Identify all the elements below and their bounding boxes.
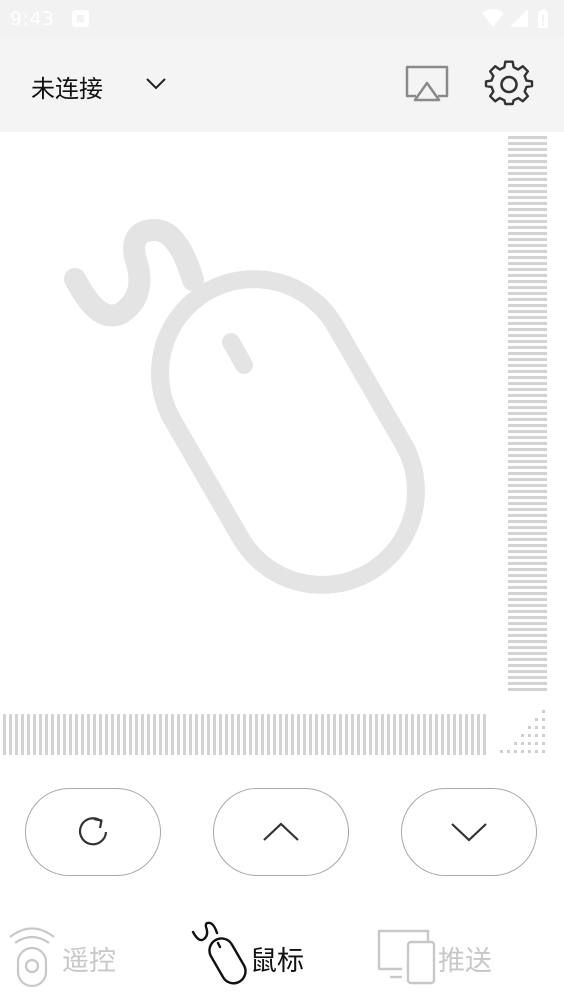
nav-item-remote[interactable]: 遥控 [0, 915, 180, 995]
refresh-button[interactable] [25, 788, 161, 876]
settings-button[interactable] [484, 60, 534, 110]
top-bar: 未连接 [0, 38, 564, 132]
status-time: 9:43 [10, 8, 55, 30]
nav-item-push[interactable]: 推送 [372, 915, 564, 995]
resize-grip-icon [498, 704, 548, 758]
vertical-scroll-strip[interactable] [508, 136, 547, 692]
status-bar: 9:43 [0, 0, 564, 38]
scroll-up-button[interactable] [213, 788, 349, 876]
mouse-icon [64, 218, 425, 594]
nav-label-remote: 遥控 [62, 946, 116, 977]
chevron-up-icon [263, 822, 299, 841]
cast-button[interactable] [402, 62, 452, 108]
chevron-down-icon[interactable] [143, 71, 169, 97]
chevron-down-icon [451, 823, 487, 842]
refresh-icon [78, 817, 108, 846]
wifi-icon [482, 9, 504, 27]
devices-icon [376, 915, 436, 993]
horizontal-scroll-strip[interactable] [3, 714, 486, 755]
status-icons [482, 8, 554, 30]
nav-item-mouse[interactable]: 鼠标 [185, 915, 375, 995]
cast-icon [405, 65, 449, 102]
remote-icon [8, 915, 56, 993]
nav-label-push: 推送 [438, 946, 492, 977]
bottom-nav: 遥控 鼠标 推送 [0, 915, 564, 1004]
connection-status[interactable]: 未连接 [31, 69, 103, 104]
signal-icon [510, 9, 528, 27]
gear-icon [484, 60, 534, 106]
touchpad-area[interactable] [0, 132, 498, 706]
battery-icon [538, 9, 548, 28]
scroll-down-button[interactable] [401, 788, 537, 876]
mouse-icon [189, 915, 247, 993]
nav-label-mouse: 鼠标 [250, 946, 304, 977]
notification-icon [72, 10, 89, 27]
